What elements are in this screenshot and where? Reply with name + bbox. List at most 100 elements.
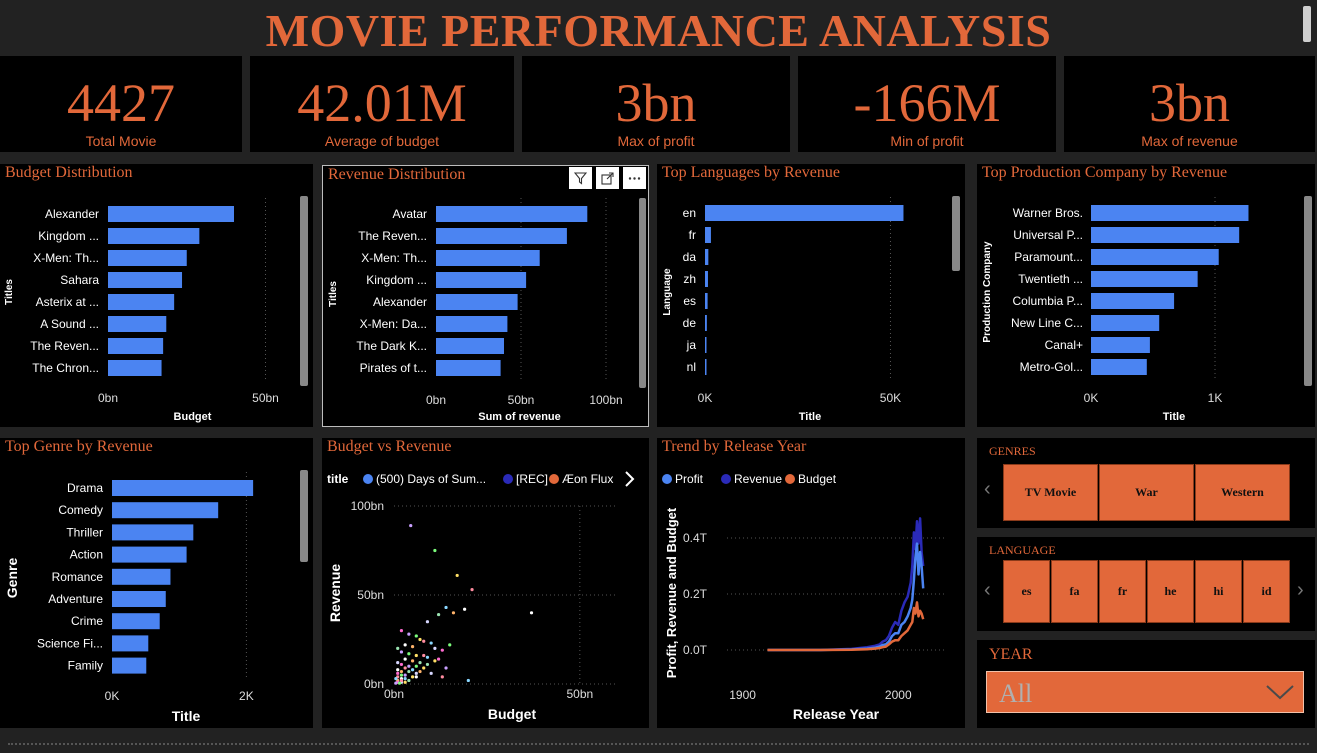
scrollbar-thumb (300, 470, 308, 562)
y-axis-title: Profit, Revenue and Budget (664, 507, 679, 678)
tick-label: 0K (1084, 391, 1099, 405)
category-label: The Chron... (32, 361, 99, 375)
tick-label: 50bn (508, 393, 535, 407)
top-languages-panel[interactable]: Top Languages by Revenue 0K 50K en fr da zh es… (657, 164, 965, 427)
bar (1091, 205, 1249, 221)
genre-option[interactable]: TV Movie (1003, 464, 1098, 521)
chevron-left-icon[interactable]: ‹ (984, 478, 991, 501)
legend-item: Revenue (734, 472, 782, 486)
scatter-point (414, 675, 418, 679)
scatter-point (403, 677, 407, 681)
page-scrollbar[interactable] (1303, 6, 1311, 42)
kpi-card-average-budget: 42.01M Average of budget (250, 56, 514, 152)
scatter-point (407, 678, 411, 683)
scatter-point (407, 652, 411, 656)
legend-marker (503, 474, 513, 484)
scatter-point (399, 662, 404, 667)
scrollbar-thumb (1304, 196, 1312, 386)
scatter-point (418, 669, 422, 674)
top-genre-panel[interactable]: Top Genre by Revenue 0K 2K Drama Comedy Thri… (0, 438, 313, 728)
revenue-distribution-panel[interactable]: Revenue Distribution 0bn 50bn 100bn Avatar T… (322, 165, 649, 427)
top-production-company-panel[interactable]: Top Production Company by Revenue 0K 1K Wa… (977, 164, 1315, 427)
year-slicer[interactable]: YEAR All (977, 640, 1315, 728)
kpi-label: Average of budget (324, 133, 440, 149)
category-label: Asterix at ... (36, 295, 99, 309)
chevron-right-icon[interactable]: › (1297, 579, 1304, 602)
category-label: Alexander (373, 295, 427, 309)
category-label: en (683, 206, 696, 220)
language-option[interactable]: es (1003, 560, 1050, 623)
category-label: X-Men: Th... (361, 251, 427, 265)
scatter-point (410, 675, 415, 679)
kpi-label: Max of profit (617, 133, 695, 149)
category-label: nl (687, 360, 696, 374)
bar (108, 294, 175, 310)
revenue-distribution-chart[interactable]: 0bn 50bn 100bn Avatar The Reven... X-Men: Th.… (323, 166, 650, 428)
tick-label: 0bn (98, 391, 118, 405)
top-genre-chart[interactable]: 0K 2K Drama Comedy Thriller Action Romance Adve… (0, 438, 313, 728)
bar (705, 249, 709, 265)
scatter-point (399, 678, 404, 683)
scatter-point (394, 681, 398, 685)
language-option[interactable]: fr (1099, 560, 1146, 623)
genre-option[interactable]: Western (1195, 464, 1290, 521)
tick-label: 1K (1208, 391, 1223, 405)
bar (436, 294, 518, 310)
top-production-company-chart[interactable]: 0K 1K Warner Bros. Universal P... Paramount.… (977, 164, 1315, 427)
genre-option[interactable]: War (1099, 464, 1194, 521)
language-option[interactable]: hi (1195, 560, 1242, 623)
bar (436, 360, 501, 376)
y-axis-title: Production Company (982, 241, 993, 343)
bar (108, 250, 187, 266)
category-label: es (683, 294, 696, 308)
category-label: Metro-Gol... (1020, 360, 1083, 374)
series-line (767, 542, 925, 652)
tick-label: 0K (698, 391, 713, 405)
kpi-value: 42.01M (297, 73, 467, 133)
scatter-point (422, 666, 426, 670)
scatter-point (444, 666, 448, 670)
x-axis-title: Budget (174, 411, 212, 423)
scatter-point (440, 648, 444, 652)
language-slicer[interactable]: LANGUAGE ‹ es fa fr he hi id › (977, 537, 1315, 631)
chevron-left-icon[interactable]: ‹ (984, 579, 991, 602)
category-label: Drama (67, 481, 103, 495)
language-option[interactable]: id (1243, 560, 1290, 623)
budget-vs-revenue-chart[interactable]: title (500) Days of Sum... [REC] Æon Flux 0b… (322, 438, 649, 728)
scatter-point (425, 620, 430, 624)
scatter-point (396, 661, 400, 665)
tick-label: 2000 (885, 688, 912, 702)
bar (705, 271, 708, 287)
budget-vs-revenue-panel[interactable]: Budget vs Revenue title (500) Days of Sum… (322, 438, 649, 728)
genres-slicer[interactable]: GENRES ‹ TV Movie War Western (977, 438, 1315, 528)
category-label: Sahara (60, 273, 99, 287)
language-option[interactable]: fa (1051, 560, 1098, 623)
bar (1091, 337, 1150, 353)
bar (112, 546, 187, 563)
tick-label: 1900 (729, 688, 756, 702)
year-dropdown[interactable]: All (986, 671, 1304, 713)
category-label: Twentieth ... (1018, 272, 1083, 286)
category-label: de (683, 316, 697, 330)
trend-chart[interactable]: Profit Revenue Budget 0.0T 0.2T 0.4T 1900 2000 R… (657, 438, 965, 728)
tick-label: 0K (105, 689, 120, 703)
budget-distribution-panel[interactable]: Budget Distribution 0bn 50bn Alexander King… (0, 164, 313, 427)
tick-label: 50bn (252, 391, 279, 405)
kpi-value: 3bn (615, 73, 697, 133)
trend-panel[interactable]: Trend by Release Year Profit Revenue Budge… (657, 438, 965, 728)
bar (705, 359, 707, 375)
kpi-value: -166M (853, 73, 1001, 133)
tick-label: 2K (239, 689, 254, 703)
language-option[interactable]: he (1147, 560, 1194, 623)
legend-item: (500) Days of Sum... (376, 472, 486, 486)
top-languages-chart[interactable]: 0K 50K en fr da zh es de ja nl Title Language (657, 164, 965, 427)
category-label: X-Men: Th... (33, 251, 99, 265)
kpi-label: Min of profit (890, 133, 964, 149)
category-label: fr (689, 228, 696, 242)
budget-distribution-chart[interactable]: 0bn 50bn Alexander Kingdom ... X-Men: Th... S… (0, 164, 313, 427)
scrollbar-thumb (300, 196, 308, 386)
tick-label: 0.0T (683, 643, 708, 657)
tick-label: 0bn (426, 393, 446, 407)
category-label: Alexander (45, 207, 99, 221)
kpi-value: 4427 (67, 73, 175, 133)
